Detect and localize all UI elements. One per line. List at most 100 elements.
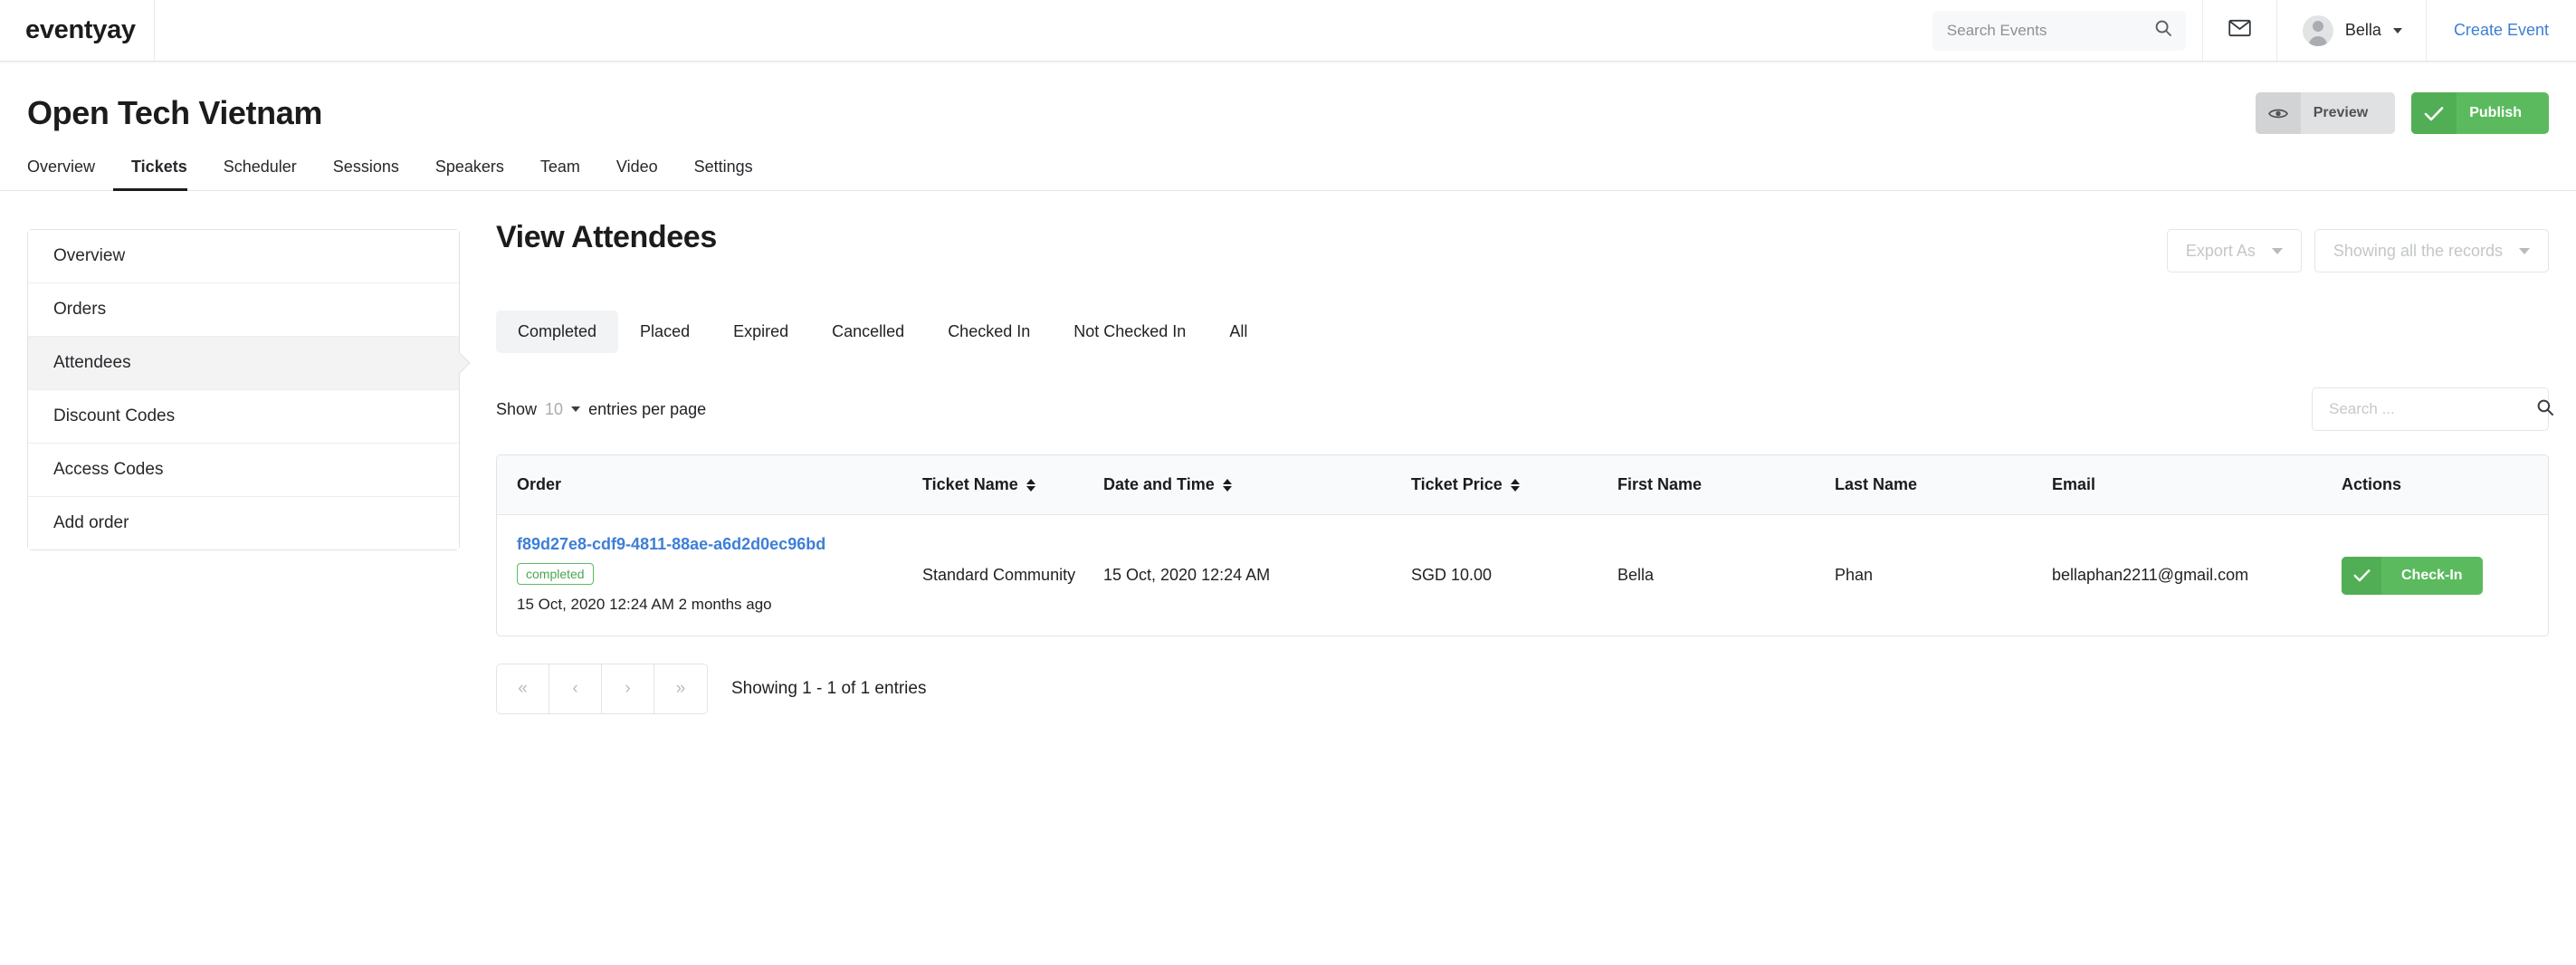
chevron-down-icon	[2392, 27, 2402, 33]
column-header-label: Last Name	[1835, 475, 1918, 493]
preview-label: Preview	[2313, 105, 2369, 120]
order-id-link[interactable]: f89d27e8-cdf9-4811-88ae-a6d2d0ec96bd	[517, 535, 922, 554]
column-header-label: Date and Time	[1103, 475, 1215, 493]
cell-email: bellaphan2211@gmail.com	[2052, 566, 2249, 584]
page-last-button[interactable]: »	[654, 664, 707, 713]
sidebar-item-access-codes[interactable]: Access Codes	[28, 444, 459, 497]
search-icon	[2154, 19, 2172, 42]
showing-records-label: Showing all the records	[2333, 241, 2503, 260]
search-events-input[interactable]	[1946, 21, 2147, 40]
global-search[interactable]	[1932, 10, 2186, 51]
view-attendees-title: View Attendees	[496, 220, 717, 254]
envelope-icon	[2228, 19, 2251, 42]
cell-actions: Check-In	[2342, 515, 2548, 636]
column-header-label: Order	[517, 475, 562, 493]
chevron-down-icon	[2519, 247, 2530, 254]
body-wrapper: Overview Orders Attendees Discount Codes Acc…	[0, 191, 2576, 714]
column-header-label: Email	[2052, 475, 2096, 493]
tab-speakers[interactable]: Speakers	[417, 158, 522, 190]
header-right-group: Bella Create Event	[1916, 0, 2576, 61]
entries-per-page-control[interactable]: Show 10 entries per page	[496, 400, 706, 419]
cell-date-time: 15 Oct, 2020 12:24 AM	[1103, 566, 1271, 584]
attendees-table: Order Ticket Name Date and Time Ticket Pric…	[497, 455, 2548, 635]
check-in-button[interactable]: Check-In	[2342, 556, 2483, 595]
sort-arrows-icon[interactable]	[1510, 478, 1520, 492]
filter-tab-checked-in[interactable]: Checked In	[926, 311, 1052, 353]
event-action-buttons: Preview Publish	[2255, 92, 2549, 134]
tab-overview[interactable]: Overview	[27, 158, 113, 190]
sidebar-item-discount-codes[interactable]: Discount Codes	[28, 390, 459, 444]
main-panel: View Attendees Export As Showing all the…	[460, 220, 2553, 714]
order-timestamp: 15 Oct, 2020 12:24 AM 2 months ago	[517, 596, 772, 613]
status-filter-tabs: Completed Placed Expired Cancelled Checked I…	[496, 311, 2549, 353]
sort-arrows-icon[interactable]	[1222, 478, 1232, 492]
check-in-label: Check-In	[2401, 567, 2463, 583]
filter-tab-cancelled[interactable]: Cancelled	[810, 311, 926, 353]
table-search-input[interactable]	[2329, 400, 2529, 418]
search-icon[interactable]	[2536, 398, 2554, 421]
sort-arrows-icon[interactable]	[1026, 478, 1035, 492]
user-menu[interactable]: Bella	[2275, 0, 2426, 61]
page-title: Open Tech Vietnam	[27, 94, 322, 131]
main-head-controls: Export As Showing all the records	[2166, 220, 2549, 272]
filter-tab-completed[interactable]: Completed	[496, 311, 619, 353]
main-header: View Attendees Export As Showing all the…	[496, 220, 2549, 272]
column-header-last-name: Last Name	[1835, 455, 2052, 515]
column-header-date-and-time[interactable]: Date and Time	[1103, 455, 1411, 515]
show-label: Show	[496, 399, 538, 418]
sidebar-item-add-order[interactable]: Add order	[28, 497, 459, 549]
chevron-down-icon	[571, 406, 581, 412]
tab-video[interactable]: Video	[598, 158, 676, 190]
tab-team[interactable]: Team	[522, 158, 598, 190]
attendees-table-wrapper: Order Ticket Name Date and Time Ticket Pric…	[496, 454, 2549, 636]
table-body: f89d27e8-cdf9-4811-88ae-a6d2d0ec96bd comp…	[497, 515, 2548, 636]
publish-button[interactable]: Publish	[2411, 92, 2549, 134]
column-header-ticket-name[interactable]: Ticket Name	[922, 455, 1103, 515]
column-header-label: Actions	[2342, 475, 2402, 493]
tickets-sidebar: Overview Orders Attendees Discount Codes Acc…	[27, 229, 460, 550]
column-header-ticket-price[interactable]: Ticket Price	[1411, 455, 1617, 515]
page-next-button[interactable]: ›	[602, 664, 654, 713]
publish-label: Publish	[2469, 105, 2522, 120]
check-icon	[2411, 92, 2457, 134]
table-header-row: Order Ticket Name Date and Time Ticket Pric…	[497, 455, 2548, 515]
pagination: « ‹ › »	[496, 664, 708, 714]
create-event-link[interactable]: Create Event	[2425, 0, 2576, 61]
brand-logo[interactable]: eventyay	[0, 0, 155, 61]
sidebar-item-orders[interactable]: Orders	[28, 283, 459, 337]
filter-tab-placed[interactable]: Placed	[618, 311, 711, 353]
user-name: Bella	[2344, 21, 2381, 39]
tab-sessions[interactable]: Sessions	[315, 158, 417, 190]
column-header-label: Ticket Name	[922, 475, 1018, 493]
column-header-label: Ticket Price	[1411, 475, 1503, 493]
page-prev-button[interactable]: ‹	[549, 664, 602, 713]
filter-tab-all[interactable]: All	[1207, 311, 1269, 353]
messages-button[interactable]	[2201, 0, 2276, 61]
table-head: Order Ticket Name Date and Time Ticket Pric…	[497, 455, 2548, 515]
tab-tickets[interactable]: Tickets	[113, 158, 205, 191]
cell-first-name: Bella	[1617, 566, 1655, 584]
export-as-dropdown[interactable]: Export As	[2166, 229, 2302, 272]
sidebar-item-overview[interactable]: Overview	[28, 230, 459, 283]
cell-ticket-price: SGD 10.00	[1411, 566, 1493, 584]
check-icon	[2342, 556, 2381, 595]
tab-settings[interactable]: Settings	[676, 158, 771, 190]
preview-button[interactable]: Preview	[2255, 92, 2396, 134]
event-title-row: Open Tech Vietnam Preview Publish	[0, 62, 2576, 138]
status-badge: completed	[517, 563, 594, 585]
avatar	[2302, 14, 2333, 46]
table-search[interactable]	[2312, 387, 2553, 431]
column-header-order: Order	[497, 455, 922, 515]
tab-scheduler[interactable]: Scheduler	[205, 158, 315, 190]
page-first-button[interactable]: «	[497, 664, 549, 713]
column-header-actions: Actions	[2342, 455, 2548, 515]
showing-records-dropdown[interactable]: Showing all the records	[2314, 229, 2549, 272]
cell-last-name: Phan	[1835, 566, 1874, 584]
table-row: f89d27e8-cdf9-4811-88ae-a6d2d0ec96bd comp…	[497, 515, 2548, 636]
pagination-row: « ‹ › » Showing 1 - 1 of 1 entries	[496, 664, 2549, 714]
filter-tab-expired[interactable]: Expired	[711, 311, 810, 353]
filter-tab-not-checked-in[interactable]: Not Checked In	[1052, 311, 1207, 353]
showing-entries-text: Showing 1 - 1 of 1 entries	[731, 679, 927, 698]
entries-row: Show 10 entries per page	[496, 387, 2553, 431]
sidebar-item-attendees[interactable]: Attendees	[28, 337, 459, 390]
